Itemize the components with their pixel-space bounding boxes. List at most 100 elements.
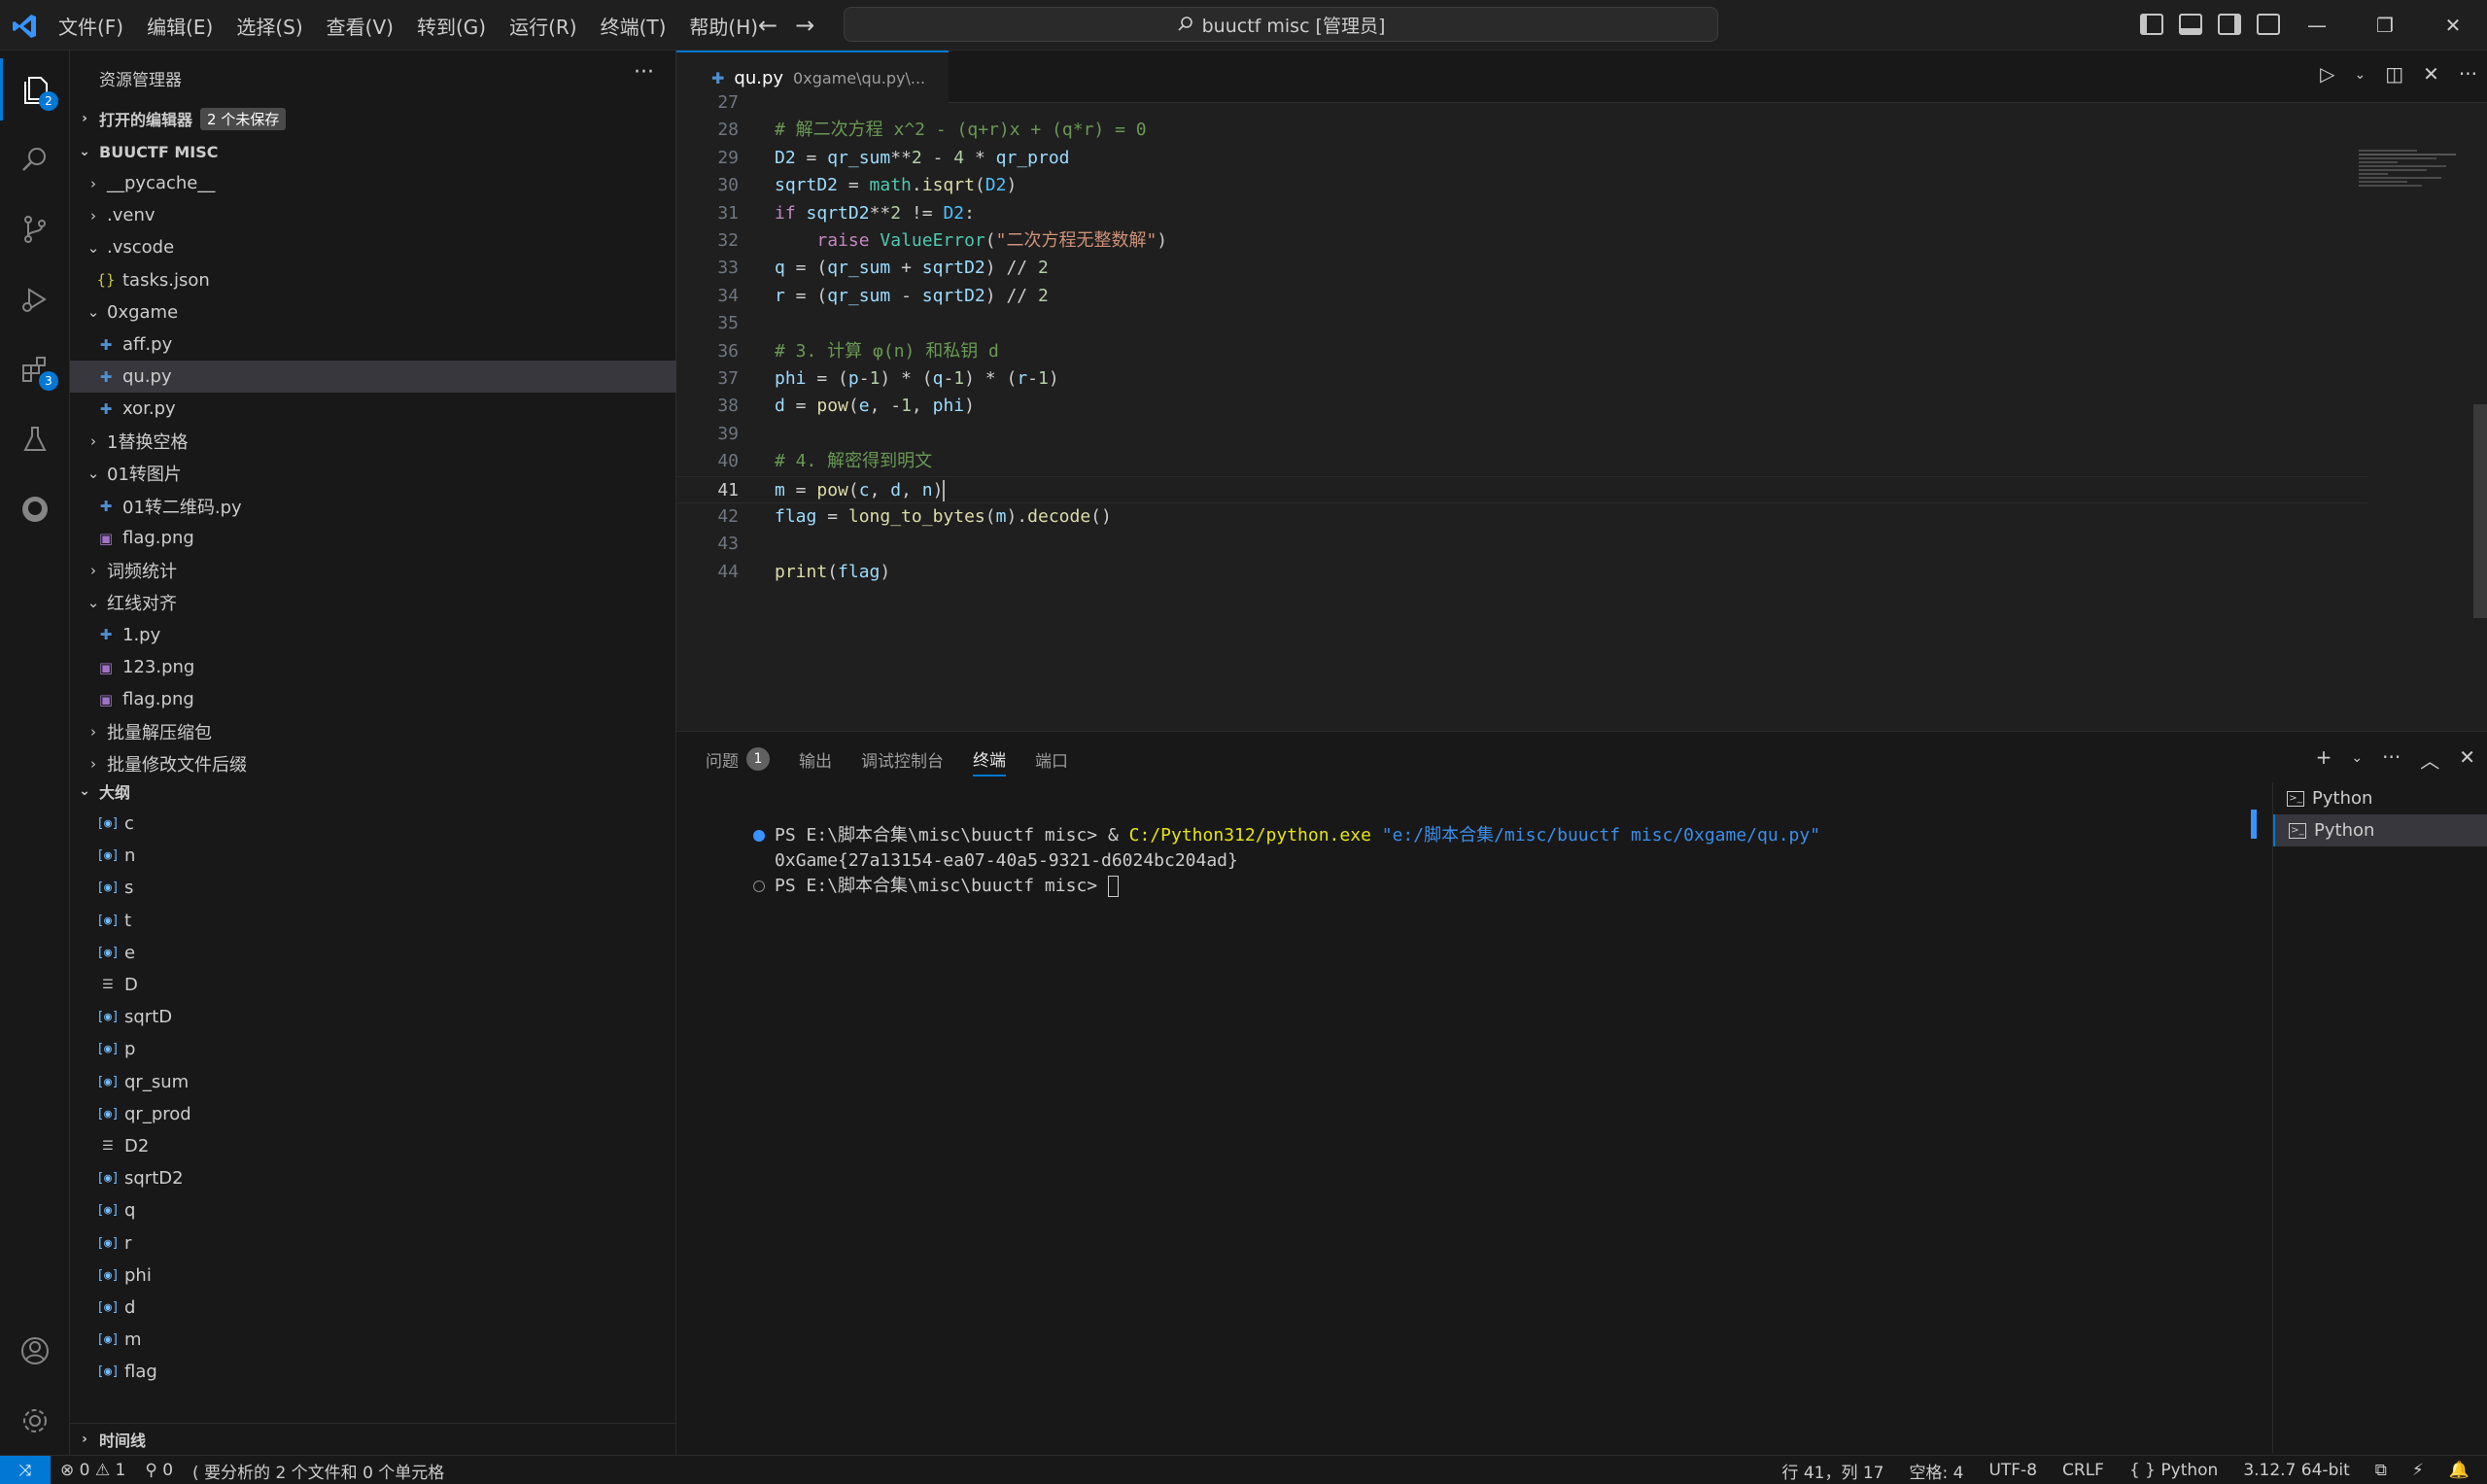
outline-item[interactable]: [◉] phi	[70, 1260, 676, 1292]
tree-folder[interactable]: › 词频统计	[70, 554, 676, 586]
more-actions-icon[interactable]: ···	[2382, 745, 2401, 774]
close-panel-icon[interactable]: ✕	[2459, 745, 2475, 774]
close-editor-icon[interactable]: ✕	[2423, 62, 2439, 87]
notifications-bell-icon[interactable]: 🔔	[2449, 1461, 2470, 1480]
status-cursor-position[interactable]: 行 41，列 17	[1781, 1459, 1883, 1483]
maximize-panel-icon[interactable]: ︿	[2420, 745, 2439, 774]
outline-item[interactable]: [◉] r	[70, 1227, 676, 1260]
new-terminal-icon[interactable]: +	[2316, 745, 2332, 774]
outline-item[interactable]: [◉] e	[70, 937, 676, 969]
tab-terminal[interactable]: 终端	[973, 742, 1006, 777]
tab-output[interactable]: 输出	[799, 742, 832, 777]
tree-folder[interactable]: › 批量解压缩包	[70, 715, 676, 747]
tree-file[interactable]: {} tasks.json	[70, 264, 676, 296]
menu-selection[interactable]: 选择(S)	[236, 12, 302, 40]
tree-file[interactable]: ▣ flag.png	[70, 522, 676, 554]
status-language[interactable]: { } Python	[2129, 1461, 2218, 1480]
outline-item[interactable]: [◉] s	[70, 872, 676, 904]
tree-file[interactable]: ✚ aff.py	[70, 328, 676, 361]
menu-file[interactable]: 文件(F)	[58, 12, 123, 40]
open-editors-section[interactable]: › 打开的编辑器 2 个未保存	[70, 103, 676, 134]
split-editor-icon[interactable]: ◫	[2385, 62, 2403, 87]
more-actions-icon[interactable]: ···	[2459, 62, 2477, 87]
status-ports[interactable]: ⚲ 0	[145, 1461, 173, 1480]
outline-item[interactable]: [◉] t	[70, 905, 676, 937]
github-activity[interactable]	[0, 478, 70, 540]
terminal-list-item[interactable]: >_ Python	[2273, 814, 2487, 846]
tree-folder[interactable]: ⌄ .vscode	[70, 231, 676, 263]
source-control-activity[interactable]	[0, 198, 70, 260]
outline-item[interactable]: [◉] q	[70, 1194, 676, 1226]
tree-folder[interactable]: ⌄ 01转图片	[70, 458, 676, 490]
tree-file[interactable]: ✚ xor.py	[70, 393, 676, 425]
outline-section[interactable]: ⌄ 大纲	[70, 776, 676, 807]
remote-indicator[interactable]: ⤨	[0, 1456, 51, 1484]
status-encoding[interactable]: UTF-8	[1988, 1461, 2037, 1480]
run-debug-activity[interactable]	[0, 268, 70, 330]
outline-item[interactable]: [◉] m	[70, 1324, 676, 1356]
copilot-icon[interactable]: ⧉	[2375, 1461, 2387, 1480]
forward-arrow-icon[interactable]: →	[795, 13, 814, 38]
menu-help[interactable]: 帮助(H)	[689, 12, 758, 40]
menu-go[interactable]: 转到(G)	[417, 12, 486, 40]
explorer-activity[interactable]: 2	[0, 58, 70, 121]
status-analysis[interactable]: ( 要分析的 2 个文件和 0 个单元格	[192, 1459, 444, 1483]
tree-file[interactable]: ▣ 123.png	[70, 651, 676, 683]
tree-file[interactable]: ✚ qu.py	[70, 361, 676, 394]
close-window-icon[interactable]: ✕	[2419, 0, 2487, 51]
outline-item[interactable]: [◉] qr_prod	[70, 1098, 676, 1130]
tree-folder[interactable]: › 1替换空格	[70, 426, 676, 458]
outline-item[interactable]: ☰ D2	[70, 1130, 676, 1162]
tree-file[interactable]: ✚ 1.py	[70, 619, 676, 651]
toggle-primary-sidebar-icon[interactable]	[2140, 14, 2163, 35]
outline-item[interactable]: ☰ D	[70, 969, 676, 1001]
tree-folder[interactable]: › __pycache__	[70, 167, 676, 199]
outline-item[interactable]: [◉] sqrtD2	[70, 1162, 676, 1194]
run-python-icon[interactable]: ▷	[2320, 62, 2334, 87]
back-arrow-icon[interactable]: ←	[758, 13, 777, 38]
chevron-down-icon[interactable]: ⌄	[2355, 62, 2366, 87]
terminal-output[interactable]: PS E:\脚本合集\misc\buuctf misc> & C:/Python…	[690, 798, 2245, 1381]
timeline-section[interactable]: › 时间线	[70, 1423, 676, 1454]
status-problems[interactable]: ⊗ 0 ⚠ 1	[60, 1461, 125, 1480]
tree-folder[interactable]: › .venv	[70, 199, 676, 231]
manage-activity[interactable]	[0, 1390, 70, 1452]
terminal-list-item[interactable]: >_ Python	[2273, 782, 2487, 814]
outline-item[interactable]: [◉] c	[70, 808, 676, 840]
tab-debug-console[interactable]: 调试控制台	[861, 742, 944, 777]
tree-folder[interactable]: ⌄ 红线对齐	[70, 587, 676, 619]
testing-activity[interactable]	[0, 408, 70, 470]
tree-file[interactable]: ✚ 01转二维码.py	[70, 490, 676, 522]
more-actions-icon[interactable]: ···	[634, 60, 654, 85]
workspace-section[interactable]: ⌄ BUUCTF MISC	[70, 136, 676, 167]
menu-run[interactable]: 运行(R)	[509, 12, 577, 40]
code-editor[interactable]: 27 28 # 解二次方程 x^2 - (q+r)x + (q*r) = 0 29 D2…	[676, 92, 2487, 731]
status-interpreter[interactable]: 3.12.7 64-bit	[2243, 1461, 2349, 1480]
toggle-secondary-sidebar-icon[interactable]	[2218, 14, 2241, 35]
menu-view[interactable]: 查看(V)	[327, 12, 394, 40]
accounts-activity[interactable]	[0, 1320, 70, 1382]
outline-item[interactable]: [◉] d	[70, 1292, 676, 1324]
outline-item[interactable]: [◉] p	[70, 1033, 676, 1065]
tree-file[interactable]: ▣ flag.png	[70, 683, 676, 715]
status-eol[interactable]: CRLF	[2062, 1461, 2104, 1480]
menu-edit[interactable]: 编辑(E)	[147, 12, 213, 40]
editor-scrollbar[interactable]	[2473, 404, 2487, 618]
tree-folder[interactable]: ⌄ 0xgame	[70, 296, 676, 328]
command-center-search[interactable]: buuctf misc [管理员]	[844, 7, 1718, 42]
outline-item[interactable]: [◉] sqrtD	[70, 1001, 676, 1033]
outline-item[interactable]: [◉] flag	[70, 1356, 676, 1388]
outline-item[interactable]: [◉] n	[70, 840, 676, 872]
minimap[interactable]	[2359, 150, 2475, 266]
feedback-icon[interactable]: ⚡	[2412, 1461, 2424, 1480]
menu-terminal[interactable]: 终端(T)	[601, 12, 667, 40]
search-activity[interactable]	[0, 128, 70, 190]
tab-ports[interactable]: 端口	[1035, 742, 1068, 777]
chevron-down-icon[interactable]: ⌄	[2351, 745, 2363, 774]
toggle-panel-icon[interactable]	[2179, 14, 2202, 35]
tab-problems[interactable]: 问题 1	[706, 742, 770, 777]
outline-item[interactable]: [◉] qr_sum	[70, 1066, 676, 1098]
status-indentation[interactable]: 空格: 4	[1910, 1459, 1964, 1483]
customize-layout-icon[interactable]	[2257, 14, 2280, 35]
restore-icon[interactable]: ❐	[2351, 0, 2419, 51]
